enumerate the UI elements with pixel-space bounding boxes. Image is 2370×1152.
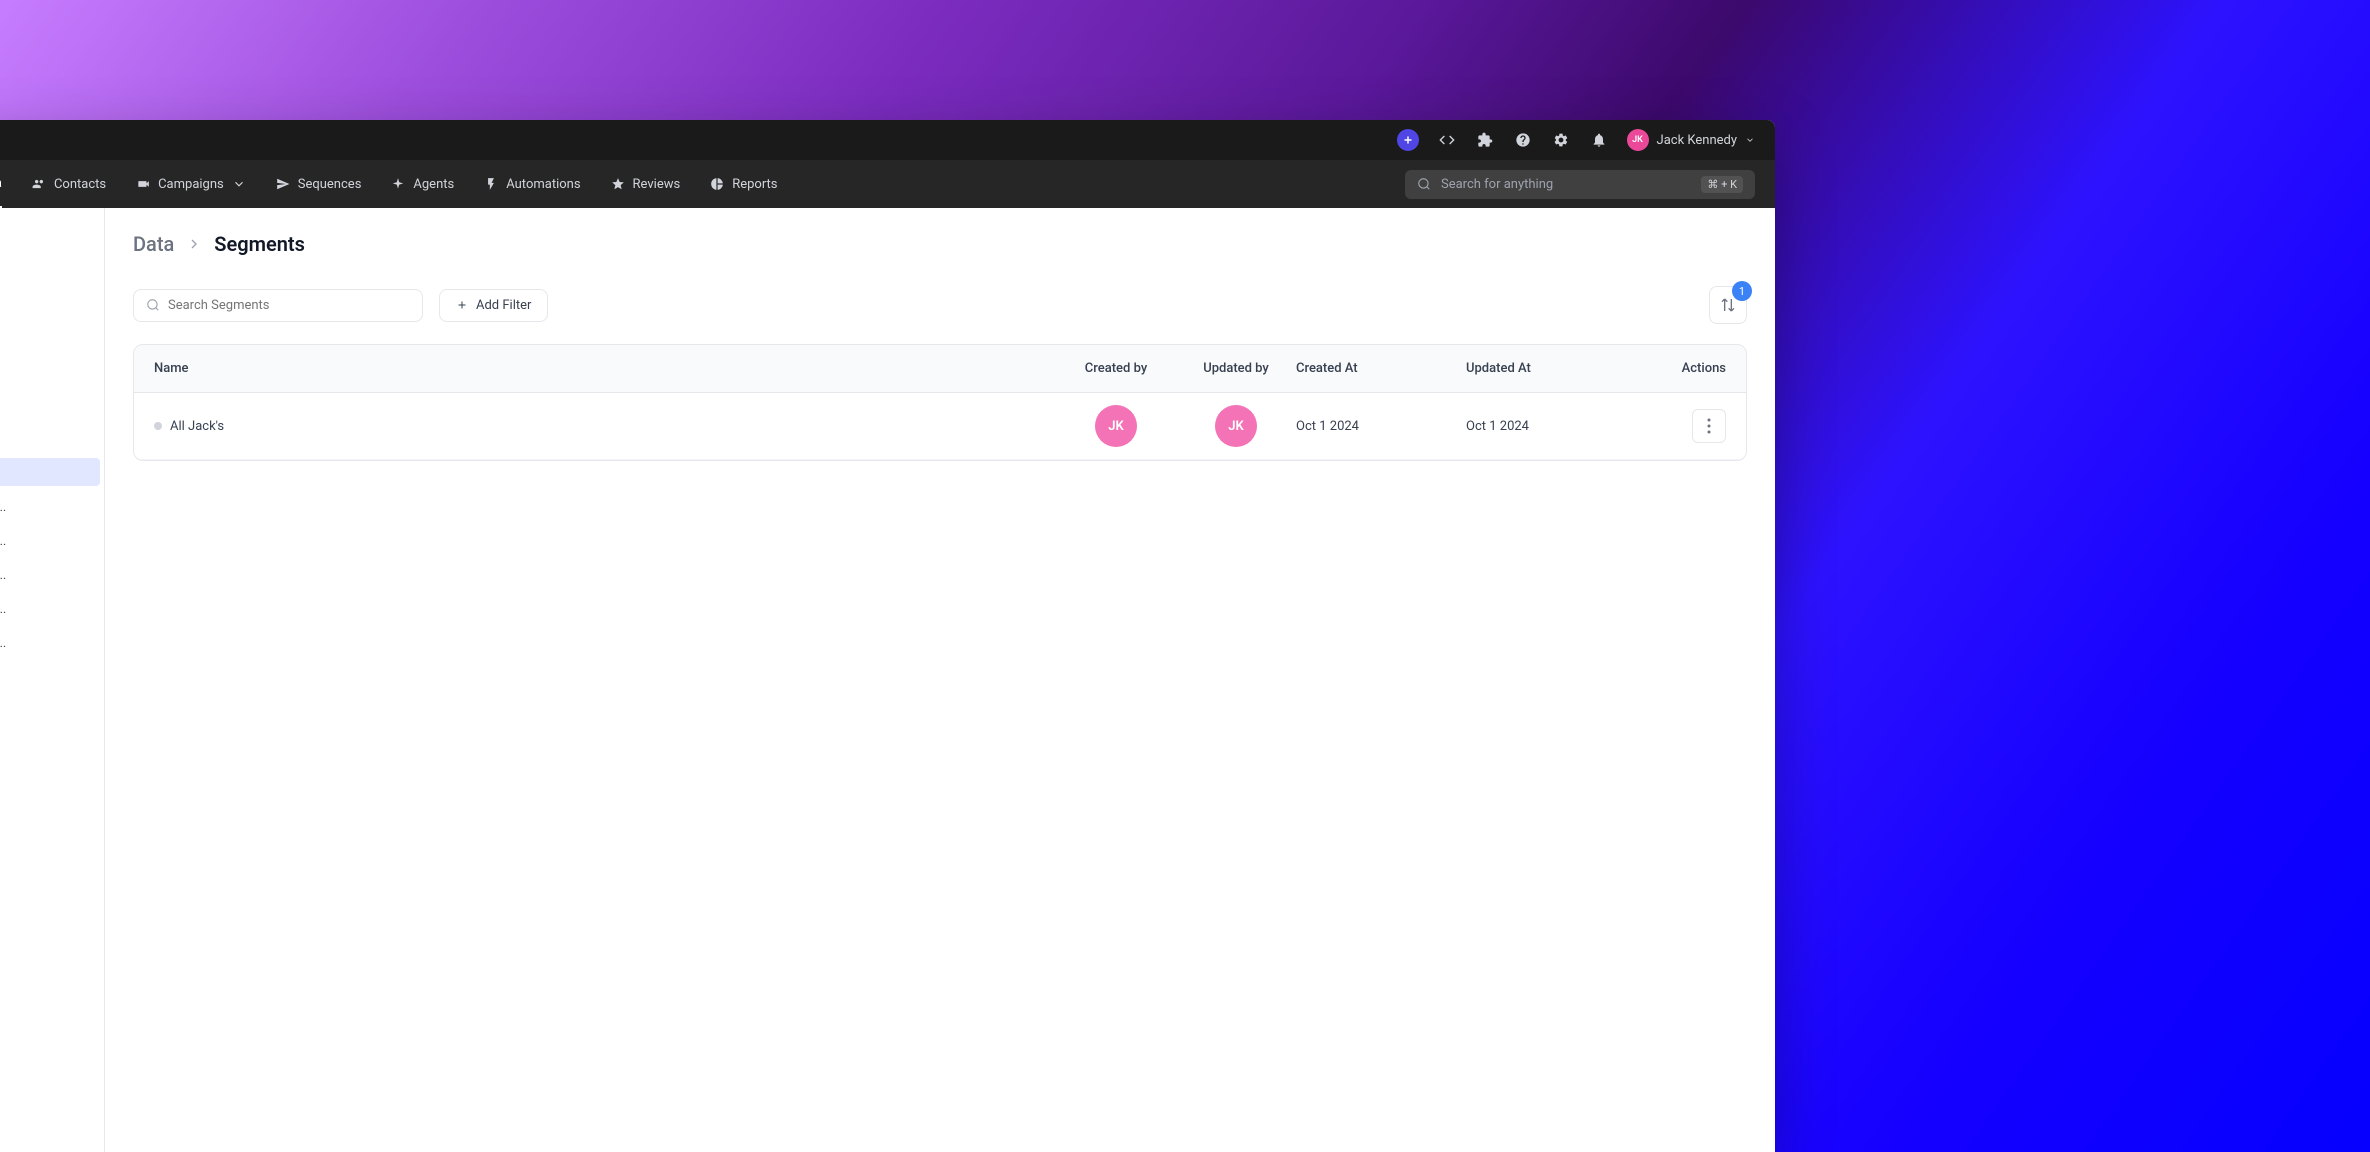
- segment-name: All Jack's: [170, 419, 224, 434]
- table-row[interactable]: All Jack's JK JK Oct 1 2024 Oct 1 2024: [134, 393, 1746, 460]
- megaphone-icon: [136, 177, 150, 191]
- sort-button[interactable]: 1: [1709, 286, 1747, 324]
- puzzle-icon[interactable]: [1475, 130, 1495, 150]
- th-updated-by[interactable]: Updated by: [1176, 361, 1296, 376]
- th-name[interactable]: Name: [154, 361, 1056, 376]
- cell-created-by: JK: [1056, 405, 1176, 447]
- sidebar-item[interactable]: -10-19...: [0, 490, 104, 524]
- segment-search[interactable]: [133, 289, 423, 322]
- cell-actions: [1636, 409, 1726, 443]
- nav-reports[interactable]: Reports: [710, 160, 777, 208]
- nav-agents[interactable]: Agents: [391, 160, 454, 208]
- search-icon: [1417, 177, 1431, 191]
- avatar: JK: [1215, 405, 1257, 447]
- status-dot: [154, 422, 162, 430]
- global-search[interactable]: ⌘ + K: [1405, 170, 1755, 199]
- nav-label: Data: [0, 176, 2, 191]
- nav-data[interactable]: Data: [0, 160, 2, 208]
- search-icon: [146, 298, 160, 312]
- send-icon: [276, 177, 290, 191]
- help-icon[interactable]: [1513, 130, 1533, 150]
- app-window: JK Jack Kennedy Data Contacts Campaigns …: [0, 120, 1775, 1152]
- segments-table: Name Created by Updated by Created At Up…: [133, 344, 1747, 461]
- nav-label: Agents: [413, 177, 454, 192]
- gear-icon[interactable]: [1551, 130, 1571, 150]
- breadcrumb: Data Segments: [133, 232, 1747, 256]
- sidebar-item[interactable]: [0, 458, 100, 486]
- content-area: -10-19... -10-18... -10-18... -10-18... …: [0, 208, 1775, 1152]
- bell-icon[interactable]: [1589, 130, 1609, 150]
- add-filter-button[interactable]: Add Filter: [439, 289, 548, 322]
- breadcrumb-current: Segments: [214, 232, 305, 256]
- sidebar-item[interactable]: -10-18...: [0, 524, 104, 558]
- sidebar-toggle[interactable]: [0, 224, 104, 258]
- star-icon: [611, 177, 625, 191]
- th-created-by[interactable]: Created by: [1056, 361, 1176, 376]
- user-name: Jack Kennedy: [1657, 133, 1737, 148]
- avatar: JK: [1095, 405, 1137, 447]
- breadcrumb-parent[interactable]: Data: [133, 232, 174, 256]
- nav-automations[interactable]: Automations: [484, 160, 580, 208]
- nav-contacts[interactable]: Contacts: [32, 160, 106, 208]
- chevron-down-icon: [232, 177, 246, 191]
- user-avatar: JK: [1627, 129, 1649, 151]
- toolbar: Add Filter 1: [133, 286, 1747, 324]
- user-menu[interactable]: JK Jack Kennedy: [1627, 129, 1755, 151]
- th-created-at[interactable]: Created At: [1296, 361, 1466, 376]
- sidebar-item[interactable]: -10-18...: [0, 558, 104, 592]
- main-content: Data Segments Add Filter 1: [105, 208, 1775, 1152]
- nav-label: Sequences: [298, 177, 362, 192]
- users-icon: [32, 177, 46, 191]
- nav-label: Reports: [732, 177, 777, 192]
- sidebar: -10-19... -10-18... -10-18... -10-18... …: [0, 208, 105, 1152]
- chevron-down-icon: [1745, 135, 1755, 145]
- pie-icon: [710, 177, 724, 191]
- global-search-input[interactable]: [1441, 177, 1691, 192]
- code-icon[interactable]: [1437, 130, 1457, 150]
- bolt-icon: [484, 177, 498, 191]
- cell-name: All Jack's: [154, 419, 1056, 434]
- nav-label: Automations: [506, 177, 580, 192]
- row-actions-button[interactable]: [1692, 409, 1726, 443]
- nav-label: Contacts: [54, 177, 106, 192]
- sidebar-item[interactable]: -10-17...: [0, 626, 104, 660]
- sidebar-list: -10-19... -10-18... -10-18... -10-18... …: [0, 458, 104, 660]
- nav-label: Reviews: [633, 177, 681, 192]
- chevron-right-icon: [186, 236, 202, 252]
- nav-sequences[interactable]: Sequences: [276, 160, 362, 208]
- sidebar-item[interactable]: -10-18...: [0, 592, 104, 626]
- sparkle-icon: [391, 177, 405, 191]
- cell-updated-by: JK: [1176, 405, 1296, 447]
- add-button[interactable]: [1397, 129, 1419, 151]
- cell-updated-at: Oct 1 2024: [1466, 419, 1636, 434]
- nav-bar: Data Contacts Campaigns Sequences Agents…: [0, 160, 1775, 208]
- nav-label: Campaigns: [158, 177, 224, 192]
- table-header: Name Created by Updated by Created At Up…: [134, 345, 1746, 393]
- top-bar: JK Jack Kennedy: [0, 120, 1775, 160]
- sort-badge: 1: [1732, 281, 1752, 301]
- sort-icon: [1720, 297, 1736, 313]
- kbd-shortcut: ⌘ + K: [1701, 176, 1743, 193]
- dots-vertical-icon: [1707, 418, 1711, 434]
- nav-campaigns[interactable]: Campaigns: [136, 160, 246, 208]
- cell-created-at: Oct 1 2024: [1296, 419, 1466, 434]
- th-actions: Actions: [1636, 361, 1726, 376]
- th-updated-at[interactable]: Updated At: [1466, 361, 1636, 376]
- nav-reviews[interactable]: Reviews: [611, 160, 681, 208]
- segment-search-input[interactable]: [168, 298, 410, 313]
- add-filter-label: Add Filter: [476, 298, 531, 313]
- plus-icon: [456, 299, 468, 311]
